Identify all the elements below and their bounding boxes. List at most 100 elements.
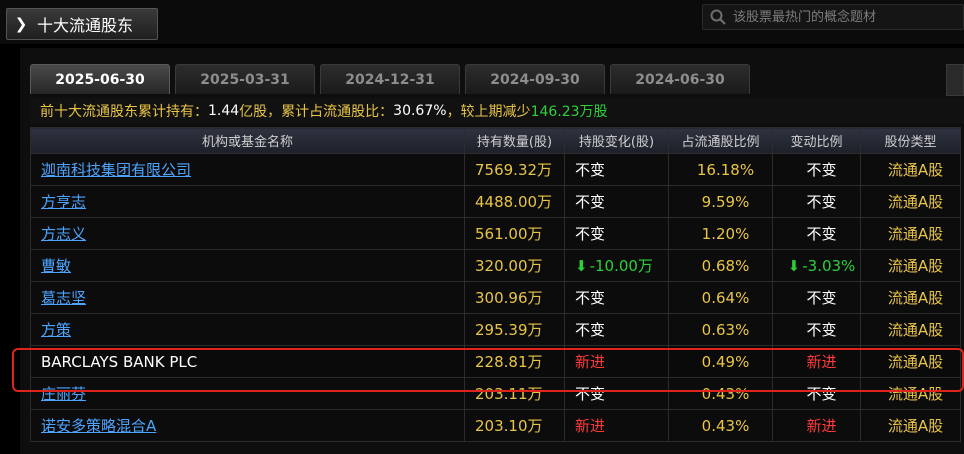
share-type-cell: 流通A股 — [860, 249, 961, 282]
change-cell: ⬇ -10.00万 — [564, 249, 669, 282]
table-row: 方志义 561.00万 不变 1.20% 不变 流通A股 — [30, 217, 961, 250]
holders-panel: 2025-06-30 2025-03-31 2024-12-31 2024-09-30… — [20, 48, 964, 454]
ratio-cell: 0.63% — [668, 313, 773, 346]
share-type-cell: 流通A股 — [860, 217, 961, 250]
holder-name-cell-text[interactable]: 方策 — [41, 321, 71, 339]
share-type-cell: 流通A股 — [860, 409, 961, 442]
arrow-down-icon: ⬇ — [575, 257, 588, 275]
table-row: BARCLAYS BANK PLC 228.81万 新进 0.49% 新进 流通A股 — [30, 345, 961, 378]
change-cell-text: 新进 — [575, 353, 606, 371]
tab-period-2[interactable]: 2024-12-31 — [320, 64, 460, 94]
holder-name-cell-text[interactable]: 迦南科技集团有限公司 — [41, 161, 191, 179]
holder-name-cell-text[interactable]: 葛志坚 — [41, 289, 86, 307]
holder-name-cell-text[interactable]: 诺安多策略混合A — [41, 417, 156, 435]
header-type[interactable]: 股份类型 — [860, 127, 961, 154]
pct-cell-text: 不变 — [806, 289, 837, 307]
share-type-cell-text: 流通A股 — [887, 353, 944, 371]
change-cell-text: 不变 — [575, 289, 606, 307]
panel-title[interactable]: ❯ 十大流通股东 — [6, 8, 158, 40]
search-input[interactable] — [727, 8, 963, 26]
table-row: 葛志坚 300.96万 不变 0.64% 不变 流通A股 — [30, 281, 961, 314]
pct-cell-text: 不变 — [806, 193, 837, 211]
table-row: 方亨志 4488.00万 不变 9.59% 不变 流通A股 — [30, 185, 961, 218]
ratio-cell: 0.43% — [668, 409, 773, 442]
change-cell-text: 不变 — [575, 161, 606, 179]
chevron-right-icon: ❯ — [14, 15, 28, 33]
qty-cell: 228.81万 — [464, 345, 565, 378]
qty-cell-text: 300.96万 — [475, 289, 543, 307]
ratio-cell-text: 0.68% — [701, 256, 750, 275]
share-type-cell: 流通A股 — [860, 377, 961, 410]
ratio-cell-text: 0.49% — [701, 352, 750, 371]
tab-period-3[interactable]: 2024-09-30 — [465, 64, 605, 94]
holder-name-cell-text[interactable]: 方志义 — [41, 225, 86, 243]
holder-name-cell-text: BARCLAYS BANK PLC — [41, 352, 198, 371]
change-cell-text: 不变 — [575, 385, 606, 403]
share-type-cell-text: 流通A股 — [887, 225, 944, 243]
table-header-row: 机构或基金名称 持有数量(股) 持股变化(股) 占流通股比例 变动比例 股份类型 — [30, 127, 961, 154]
share-type-cell-text: 流通A股 — [887, 289, 944, 307]
holder-name-cell: 葛志坚 — [30, 281, 465, 314]
ratio-cell: 0.68% — [668, 249, 773, 282]
qty-cell: 320.00万 — [464, 249, 565, 282]
qty-cell: 7569.32万 — [464, 153, 565, 186]
header-ratio[interactable]: 占流通股比例 — [668, 127, 773, 154]
pct-cell-text: 不变 — [806, 161, 837, 179]
change-cell-text: 不变 — [575, 321, 606, 339]
ratio-cell-text: 0.63% — [701, 320, 750, 339]
header-qty[interactable]: 持有数量(股) — [464, 127, 565, 154]
holder-name-cell-text[interactable]: 庄丽芬 — [41, 385, 86, 403]
holder-name-cell: 迦南科技集团有限公司 — [30, 153, 465, 186]
change-cell: 新进 — [564, 409, 669, 442]
holder-name-cell-text[interactable]: 方亨志 — [41, 193, 86, 211]
pct-cell: 新进 — [772, 409, 861, 442]
ratio-cell: 1.20% — [668, 217, 773, 250]
tab-scroll-stub[interactable] — [946, 64, 964, 96]
tab-period-1[interactable]: 2025-03-31 — [175, 64, 315, 94]
summary-shares-unit: 亿股，累计占流通股比： — [239, 104, 394, 120]
pct-cell: 不变 — [772, 377, 861, 410]
change-cell-text: 不变 — [575, 193, 606, 211]
share-type-cell: 流通A股 — [860, 281, 961, 314]
pct-cell-text: 新进 — [806, 417, 837, 435]
summary-bar: 前十大流通股东累计持有： 1.44 亿股，累计占流通股比： 30.67% ，较上… — [30, 98, 964, 124]
pct-cell: 不变 — [772, 153, 861, 186]
qty-cell-text: 320.00万 — [475, 257, 543, 275]
share-type-cell: 流通A股 — [860, 345, 961, 378]
change-cell: 不变 — [564, 217, 669, 250]
share-type-cell: 流通A股 — [860, 313, 961, 346]
ratio-cell-text: 0.43% — [701, 416, 750, 435]
qty-cell: 561.00万 — [464, 217, 565, 250]
change-cell-text: 新进 — [575, 417, 606, 435]
pct-cell: 不变 — [772, 185, 861, 218]
pct-cell-text: 不变 — [806, 385, 837, 403]
qty-cell-text: 4488.00万 — [475, 193, 553, 211]
share-type-cell: 流通A股 — [860, 185, 961, 218]
holder-name-cell: 庄丽芬 — [30, 377, 465, 410]
holder-name-cell: BARCLAYS BANK PLC — [30, 345, 465, 378]
tab-period-0[interactable]: 2025-06-30 — [30, 64, 170, 94]
header-name[interactable]: 机构或基金名称 — [30, 127, 465, 154]
qty-cell: 295.39万 — [464, 313, 565, 346]
header-pct[interactable]: 变动比例 — [772, 127, 861, 154]
search-icon — [710, 9, 726, 25]
ratio-cell: 0.43% — [668, 377, 773, 410]
summary-decrease: 146.23万股 — [530, 104, 608, 120]
header-change[interactable]: 持股变化(股) — [564, 127, 669, 154]
concept-search[interactable] — [702, 4, 964, 30]
share-type-cell-text: 流通A股 — [887, 417, 944, 435]
change-cell-text: -10.00万 — [589, 257, 653, 275]
ratio-cell-text: 1.20% — [701, 224, 750, 243]
qty-cell-text: 203.10万 — [475, 417, 543, 435]
period-tabs: 2025-06-30 2025-03-31 2024-12-31 2024-09-30… — [30, 64, 755, 94]
arrow-down-icon: ⬇ — [787, 256, 801, 275]
ratio-cell-text: 16.18% — [696, 160, 755, 179]
qty-cell: 300.96万 — [464, 281, 565, 314]
ratio-cell: 9.59% — [668, 185, 773, 218]
share-type-cell-text: 流通A股 — [887, 257, 944, 275]
qty-cell: 203.10万 — [464, 409, 565, 442]
tab-period-4[interactable]: 2024-06-30 — [610, 64, 750, 94]
top-bar: ❯ 十大流通股东 — [0, 0, 964, 44]
ratio-cell-text: 0.64% — [701, 288, 750, 307]
holder-name-cell-text[interactable]: 曹敏 — [41, 257, 71, 275]
